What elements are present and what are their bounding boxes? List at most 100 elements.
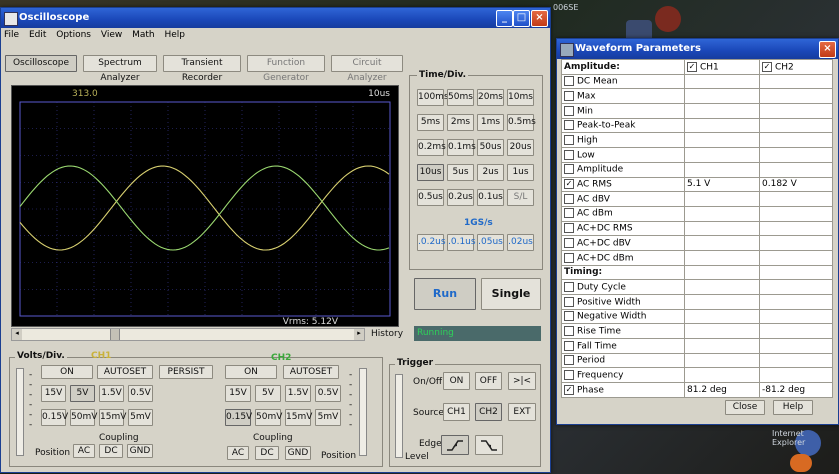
checkbox[interactable] bbox=[564, 105, 574, 116]
menu-view[interactable]: View bbox=[101, 30, 122, 40]
ch1-volts-button[interactable]: 50mV bbox=[70, 409, 97, 426]
tab-circuit-analyzer[interactable]: Circuit Analyzer bbox=[331, 55, 403, 83]
ch2-volts-button[interactable]: 5mV bbox=[315, 409, 341, 426]
ch2-volts-button[interactable]: 15V bbox=[225, 385, 251, 402]
ch2-volts-button[interactable]: 1.5V bbox=[285, 385, 311, 402]
time-div-button[interactable]: 50ms bbox=[447, 89, 474, 106]
desktop-app-icon[interactable] bbox=[655, 6, 681, 32]
time-div-button[interactable]: 10ms bbox=[507, 89, 534, 106]
sample-rate-button[interactable]: .0.2us bbox=[417, 234, 446, 251]
checkbox[interactable] bbox=[564, 120, 574, 131]
trigger-source-ext-button[interactable]: EXT bbox=[508, 403, 536, 421]
ch2-volts-button[interactable]: 15mV bbox=[285, 409, 312, 426]
ch2-autoset-button[interactable]: AUTOSET bbox=[283, 365, 339, 379]
checkbox-checked[interactable]: ✓ bbox=[762, 61, 772, 72]
ch2-ac-button[interactable]: AC bbox=[227, 446, 249, 460]
checkbox-checked[interactable]: ✓ bbox=[564, 384, 574, 395]
ch2-volts-button[interactable]: 0.5V bbox=[315, 385, 341, 402]
tab-spectrum-analyzer[interactable]: Spectrum Analyzer bbox=[83, 55, 157, 83]
ch1-volts-button[interactable]: 15V bbox=[41, 385, 66, 402]
scroll-thumb[interactable] bbox=[110, 329, 120, 340]
checkbox[interactable] bbox=[564, 76, 574, 87]
params-close-icon[interactable]: × bbox=[819, 41, 836, 58]
checkbox[interactable] bbox=[564, 164, 574, 175]
time-div-button[interactable]: 20us bbox=[507, 139, 534, 156]
ch2-gnd-button[interactable]: GND bbox=[285, 446, 311, 460]
time-div-button[interactable]: 0.5ms bbox=[507, 114, 536, 131]
ch1-volts-button[interactable]: 0.15V bbox=[41, 409, 68, 426]
trigger-off-button[interactable]: OFF bbox=[475, 372, 502, 390]
time-div-button[interactable]: 0.1ms bbox=[447, 139, 476, 156]
ch2-volts-button[interactable]: 5V bbox=[255, 385, 281, 402]
checkbox[interactable] bbox=[564, 281, 574, 292]
ch1-volts-button[interactable]: 5mV bbox=[128, 409, 153, 426]
time-div-button[interactable]: 0.2ms bbox=[417, 139, 446, 156]
waveform-parameters-titlebar[interactable]: Waveform Parameters × bbox=[557, 39, 838, 59]
ch1-volts-button[interactable]: 1.5V bbox=[99, 385, 124, 402]
time-div-button[interactable]: 0.5us bbox=[417, 189, 444, 206]
checkbox[interactable] bbox=[564, 325, 574, 336]
time-div-button[interactable]: 0.1us bbox=[477, 189, 504, 206]
ch1-volts-button[interactable]: 5V bbox=[70, 385, 95, 402]
firefox-icon[interactable] bbox=[790, 454, 812, 472]
time-div-button[interactable]: S/L bbox=[507, 189, 534, 206]
scroll-left-arrow[interactable]: ◂ bbox=[12, 329, 22, 340]
ch1-volts-button[interactable]: 15mV bbox=[99, 409, 126, 426]
checkbox[interactable] bbox=[564, 135, 574, 146]
falling-edge-button[interactable] bbox=[475, 435, 503, 455]
sample-rate-button[interactable]: .05us bbox=[477, 234, 504, 251]
ch2-position-slider[interactable] bbox=[359, 368, 367, 456]
checkbox[interactable] bbox=[564, 311, 574, 322]
ch1-on-button[interactable]: ON bbox=[41, 365, 93, 379]
params-close-button[interactable]: Close bbox=[725, 400, 765, 415]
menu-math[interactable]: Math bbox=[132, 30, 155, 40]
checkbox[interactable] bbox=[564, 252, 574, 263]
trigger-source-ch1-button[interactable]: CH1 bbox=[443, 403, 470, 421]
maximize-button[interactable]: □ bbox=[513, 10, 530, 27]
history-scrollbar[interactable]: ◂ ▸ bbox=[11, 328, 365, 341]
close-button[interactable]: × bbox=[531, 10, 548, 27]
scope-display[interactable]: 313.0 10us Vrms: 5.12V bbox=[11, 85, 399, 327]
checkbox[interactable] bbox=[564, 340, 574, 351]
checkbox[interactable] bbox=[564, 355, 574, 366]
time-div-button[interactable]: 1ms bbox=[477, 114, 504, 131]
time-div-button[interactable]: 20ms bbox=[477, 89, 504, 106]
checkbox-checked[interactable]: ✓ bbox=[687, 61, 697, 72]
ch1-dc-button[interactable]: DC bbox=[99, 444, 123, 458]
time-div-button[interactable]: 10us bbox=[417, 164, 444, 181]
checkbox[interactable] bbox=[564, 237, 574, 248]
rising-edge-button[interactable] bbox=[441, 435, 469, 455]
tab-transient-recorder[interactable]: Transient Recorder bbox=[163, 55, 241, 83]
run-button[interactable]: Run bbox=[414, 278, 476, 310]
scroll-right-arrow[interactable]: ▸ bbox=[354, 329, 364, 340]
checkbox[interactable] bbox=[564, 223, 574, 234]
ch2-on-button[interactable]: ON bbox=[225, 365, 277, 379]
time-div-button[interactable]: 0.2us bbox=[447, 189, 474, 206]
oscilloscope-titlebar[interactable]: Oscilloscope _ □ × bbox=[1, 8, 550, 28]
ch2-volts-button[interactable]: 50mV bbox=[255, 409, 282, 426]
persist-button[interactable]: PERSIST bbox=[159, 365, 213, 379]
ch1-ac-button[interactable]: AC bbox=[73, 444, 95, 458]
checkbox[interactable] bbox=[564, 296, 574, 307]
checkbox[interactable] bbox=[564, 193, 574, 204]
time-div-button[interactable]: 50us bbox=[477, 139, 504, 156]
checkbox[interactable] bbox=[564, 208, 574, 219]
ch2-volts-button[interactable]: 0.15V bbox=[225, 409, 252, 426]
ch1-volts-button[interactable]: 0.5V bbox=[128, 385, 153, 402]
checkbox-checked[interactable]: ✓ bbox=[564, 179, 574, 190]
sample-rate-button[interactable]: .0.1us bbox=[447, 234, 476, 251]
single-button[interactable]: Single bbox=[481, 278, 541, 310]
time-div-button[interactable]: 5ms bbox=[417, 114, 444, 131]
trigger-source-ch2-button[interactable]: CH2 bbox=[475, 403, 502, 421]
ch1-position-slider[interactable] bbox=[16, 368, 24, 456]
ch2-dc-button[interactable]: DC bbox=[255, 446, 279, 460]
menu-file[interactable]: File bbox=[4, 30, 19, 40]
time-div-button[interactable]: 2ms bbox=[447, 114, 474, 131]
sample-rate-button[interactable]: .02us bbox=[507, 234, 534, 251]
minimize-button[interactable]: _ bbox=[496, 10, 513, 27]
time-div-button[interactable]: 2us bbox=[477, 164, 504, 181]
tab-function-generator[interactable]: Function Generator bbox=[247, 55, 325, 83]
ch1-gnd-button[interactable]: GND bbox=[127, 444, 153, 458]
trigger-level-slider[interactable] bbox=[395, 374, 403, 458]
checkbox[interactable] bbox=[564, 90, 574, 101]
